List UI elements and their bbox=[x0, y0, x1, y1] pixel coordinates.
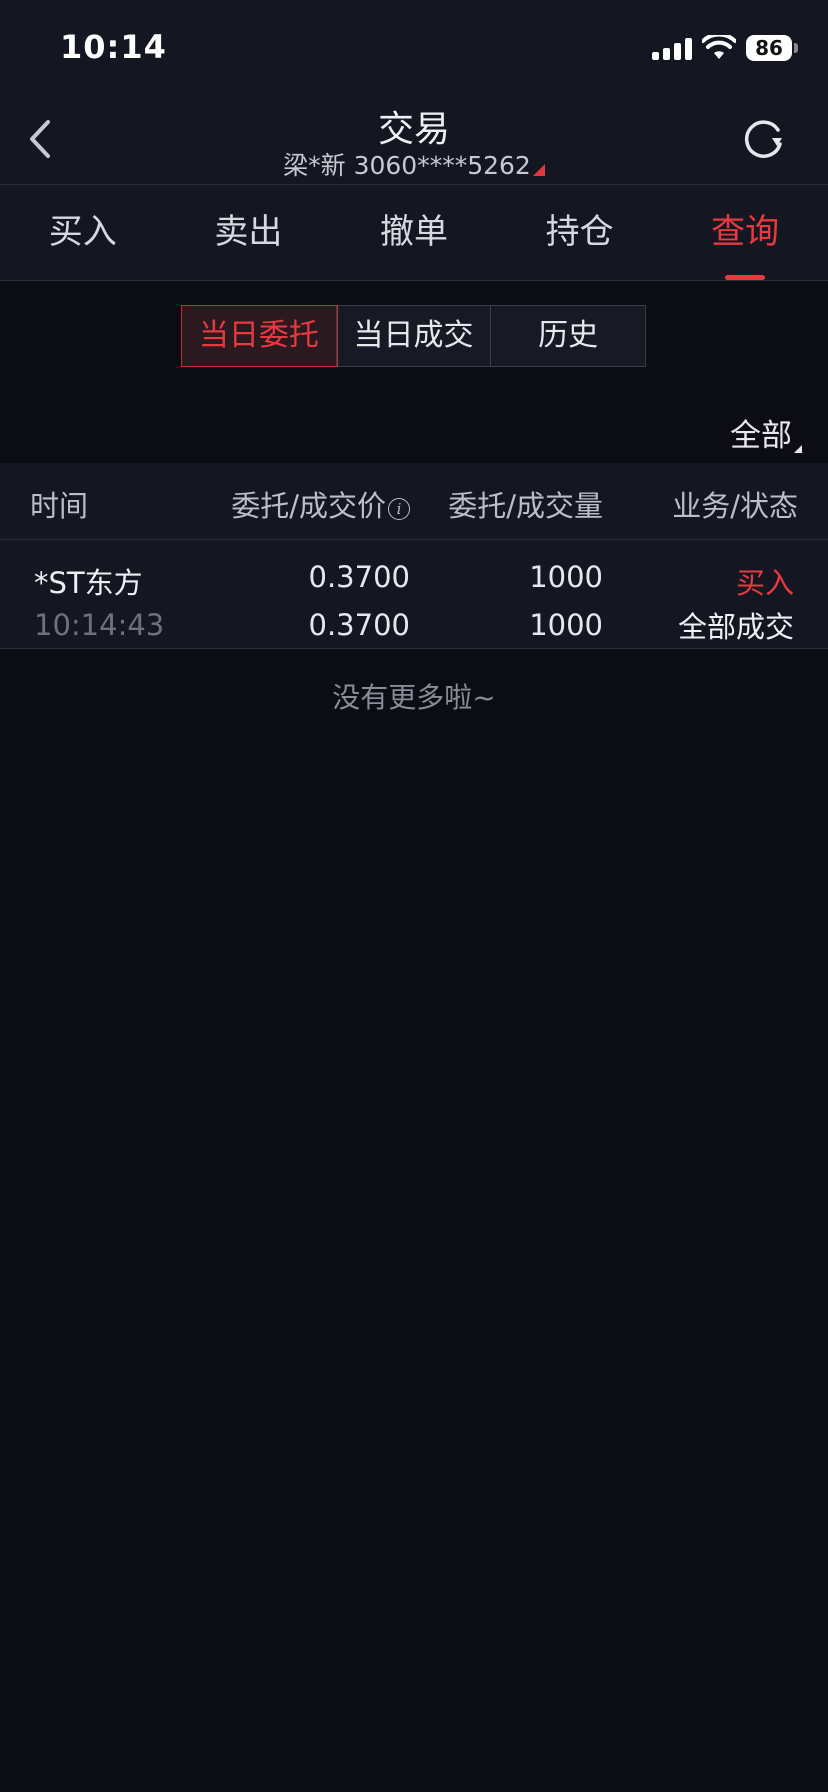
no-more-text: 没有更多啦~ bbox=[332, 681, 496, 714]
nav-bar: 交易 梁*新 3060****5262 bbox=[0, 96, 828, 185]
stock-name: *ST东方 bbox=[34, 566, 143, 600]
deal-price: 0.3700 bbox=[308, 608, 410, 642]
table-row[interactable]: *ST东方 10:14:43 0.3700 0.3700 1000 1000 买… bbox=[0, 540, 828, 649]
deal-quantity: 1000 bbox=[529, 608, 603, 642]
column-header-time: 时间 bbox=[30, 489, 89, 523]
segment-today-deals[interactable]: 当日成交 bbox=[337, 306, 492, 366]
column-header-price-label: 委托/成交价 bbox=[231, 489, 386, 523]
refresh-icon[interactable] bbox=[740, 116, 788, 164]
column-header-status: 业务/状态 bbox=[672, 489, 798, 523]
wifi-icon bbox=[702, 35, 736, 59]
order-quantity: 1000 bbox=[529, 560, 603, 594]
tab-cancel[interactable]: 撤单 bbox=[331, 185, 497, 280]
battery-tip bbox=[794, 43, 798, 53]
filter-caret-icon bbox=[794, 445, 802, 453]
trade-tabs: 买入 卖出 撤单 持仓 查询 bbox=[0, 185, 828, 281]
tab-sell[interactable]: 卖出 bbox=[166, 185, 332, 280]
segment-history[interactable]: 历史 bbox=[491, 306, 645, 366]
query-segmented-control: 当日委托 当日成交 历史 bbox=[181, 305, 646, 367]
table-header: 时间 委托/成交价 i 委托/成交量 业务/状态 bbox=[0, 463, 828, 540]
info-icon[interactable]: i bbox=[388, 498, 410, 520]
filter-label: 全部 bbox=[730, 418, 792, 454]
status-time: 10:14 bbox=[60, 28, 167, 66]
page-title: 交易 bbox=[377, 109, 450, 150]
segment-today-orders[interactable]: 当日委托 bbox=[181, 305, 338, 367]
order-state: 全部成交 bbox=[677, 610, 794, 644]
order-price: 0.3700 bbox=[308, 560, 410, 594]
status-bar: 10:14 86 bbox=[0, 0, 828, 96]
account-label: 梁*新 3060****5262 bbox=[283, 151, 531, 180]
account-selector[interactable]: 梁*新 3060****5262 bbox=[0, 146, 828, 182]
cellular-signal-icon bbox=[652, 36, 692, 60]
tab-positions[interactable]: 持仓 bbox=[497, 185, 663, 280]
tab-buy[interactable]: 买入 bbox=[0, 185, 166, 280]
filter-dropdown[interactable]: 全部 bbox=[730, 410, 802, 455]
business-type: 买入 bbox=[735, 566, 794, 600]
battery-icon: 86 bbox=[746, 35, 792, 61]
column-header-quantity: 委托/成交量 bbox=[448, 489, 603, 523]
status-icons: 86 bbox=[652, 34, 798, 62]
order-time: 10:14:43 bbox=[34, 608, 165, 642]
column-header-price: 委托/成交价 i bbox=[231, 483, 410, 525]
battery-level: 86 bbox=[755, 36, 783, 60]
tab-query[interactable]: 查询 bbox=[662, 185, 828, 280]
account-caret-icon bbox=[532, 164, 545, 176]
